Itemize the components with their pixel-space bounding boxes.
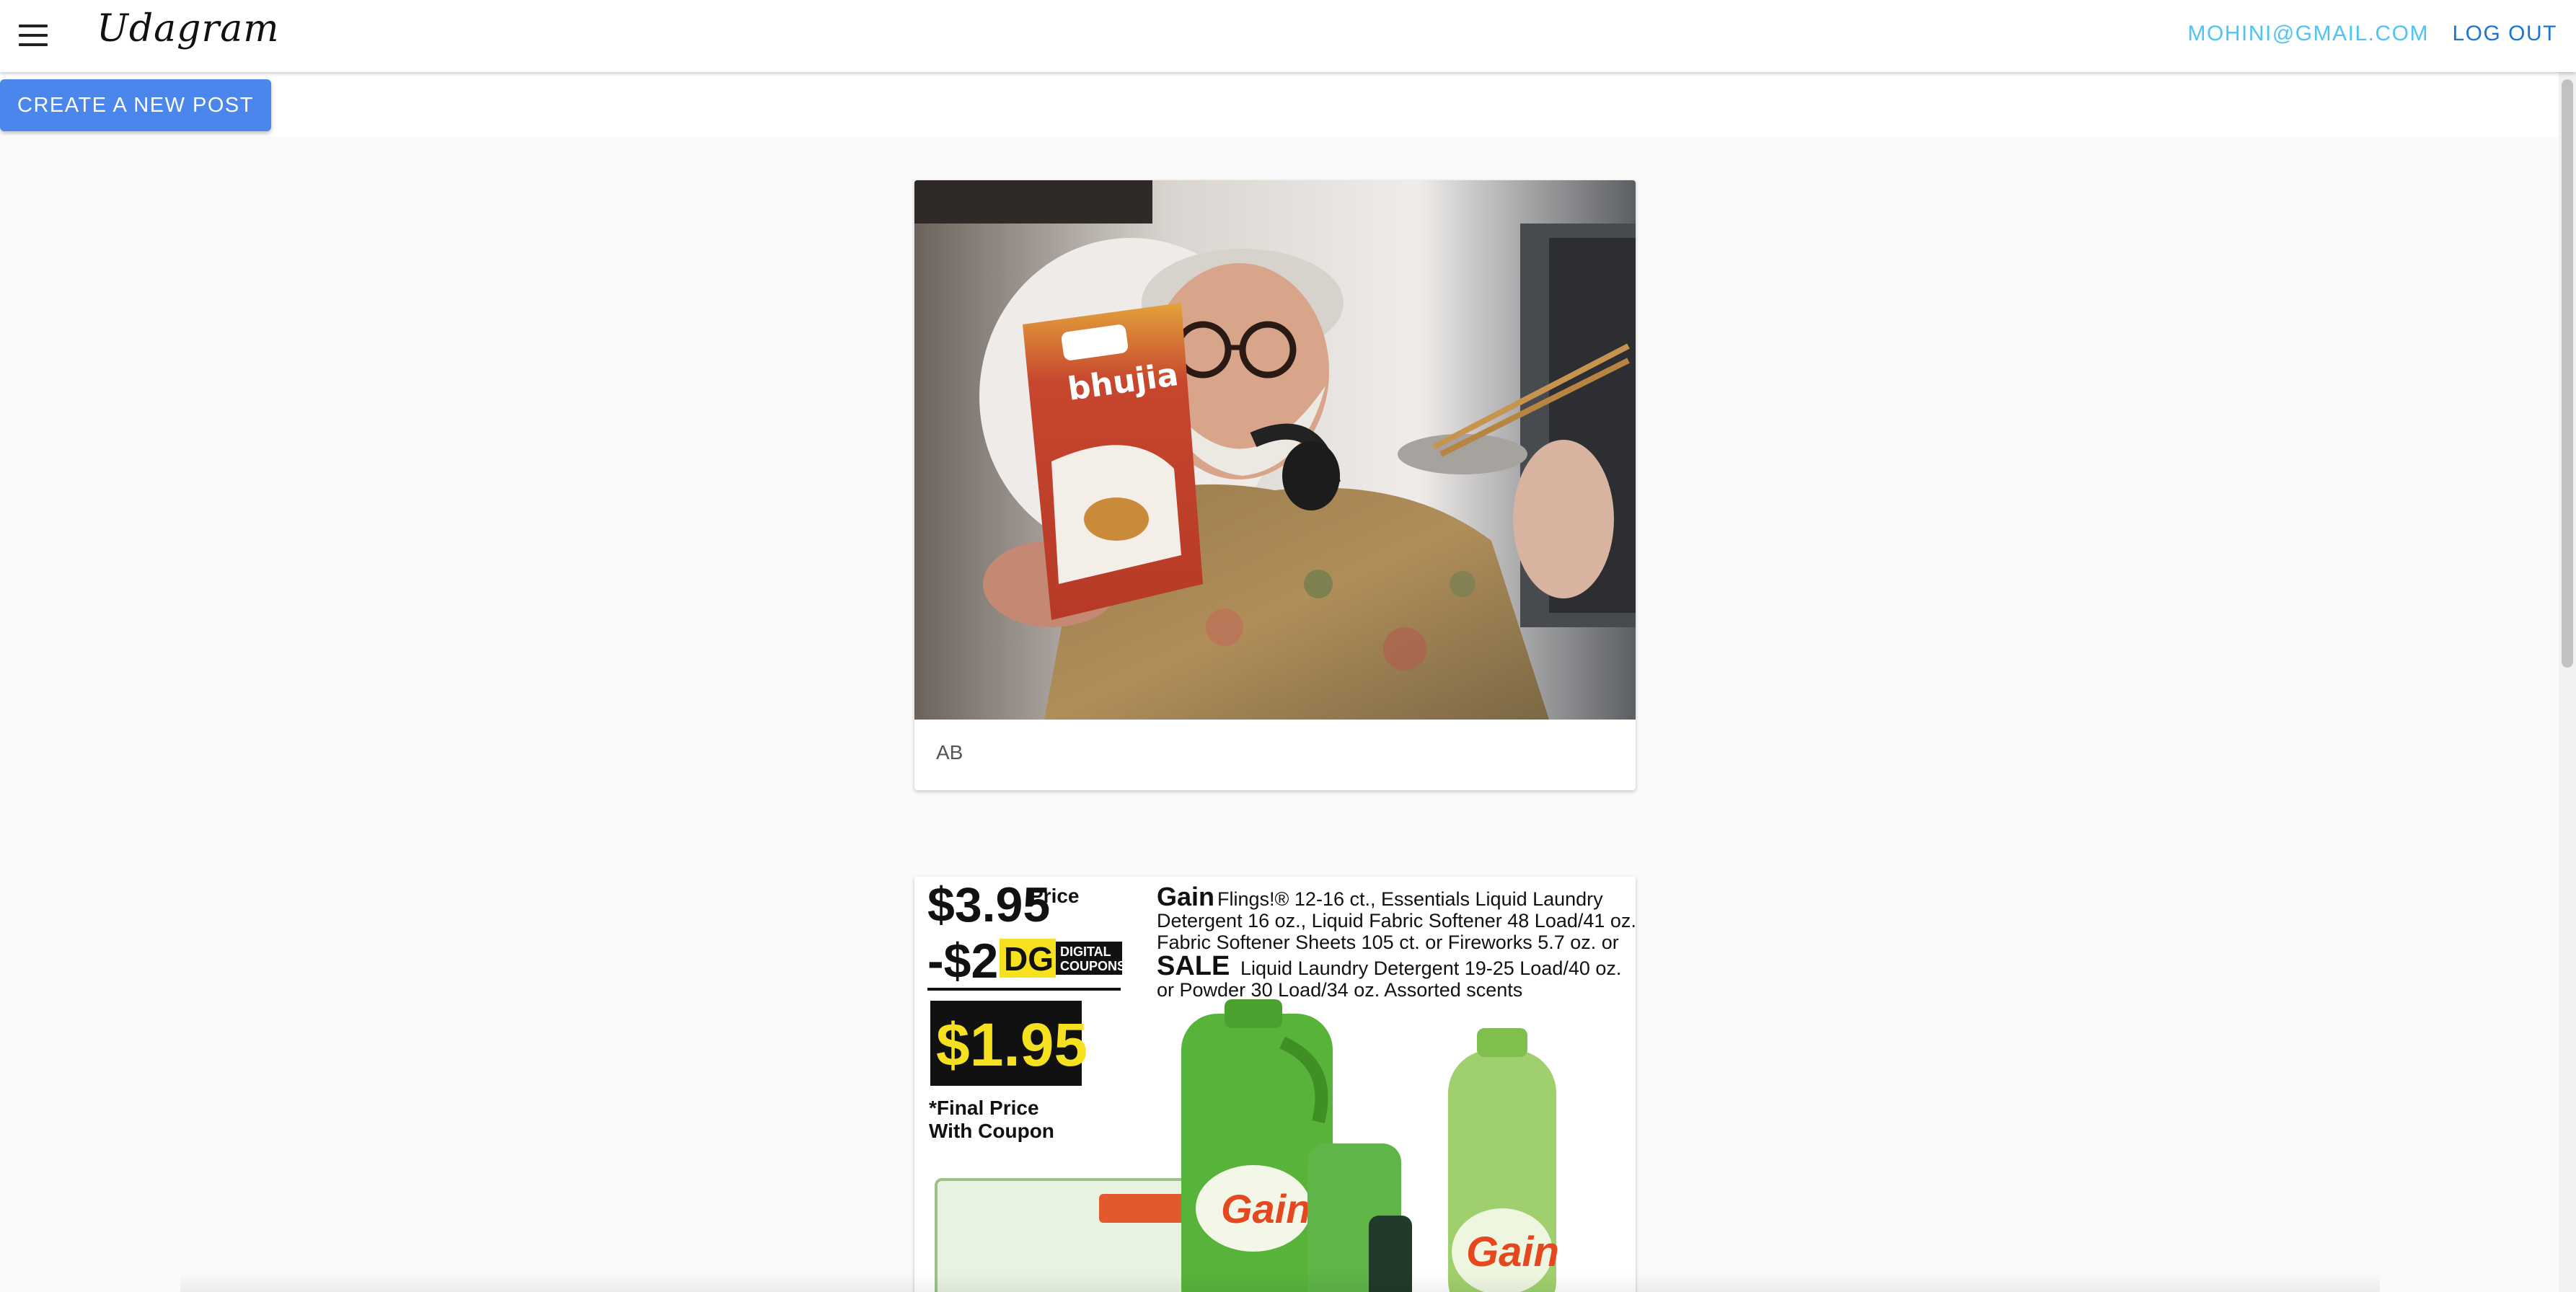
hamburger-menu-icon[interactable] xyxy=(19,25,48,46)
post-image: bhujia xyxy=(914,180,1636,720)
create-post-button[interactable]: CREATE A NEW POST xyxy=(0,79,271,131)
scrollbar-thumb[interactable] xyxy=(2562,79,2573,668)
ad-coupon-brand: DG xyxy=(1004,940,1054,978)
svg-text:Gain: Gain xyxy=(1466,1229,1559,1275)
post-caption: AB xyxy=(936,741,963,764)
user-email-link[interactable]: MOHINI@GMAIL.COM xyxy=(2188,22,2429,46)
ad-brand: Gain xyxy=(1157,882,1214,911)
ad-final-price: $1.95 xyxy=(936,1011,1088,1079)
ad-coupon-type-1: DIGITAL xyxy=(1060,944,1111,959)
post-image: $3.95 Price -$2 DG DIGITAL COUPONS $1.95… xyxy=(914,877,1636,1292)
ad-line-4: Liquid Laundry Detergent 19-25 Load/40 o… xyxy=(1240,957,1621,979)
ad-final-label-2: With Coupon xyxy=(929,1120,1054,1142)
logout-button[interactable]: LOG OUT xyxy=(2452,22,2557,46)
udagram-page: Udagram MOHINI@GMAIL.COM LOG OUT CREATE … xyxy=(0,0,2576,1292)
ad-coupon-type-2: COUPONS xyxy=(1060,959,1126,973)
ad-line-2: Detergent 16 oz., Liquid Fabric Softener… xyxy=(1157,910,1636,932)
app-bar: Udagram MOHINI@GMAIL.COM LOG OUT xyxy=(0,0,2576,72)
action-strip xyxy=(0,72,2559,137)
brand-logo[interactable]: Udagram xyxy=(97,7,280,50)
ad-line-3: Fabric Softener Sheets 105 ct. or Firewo… xyxy=(1157,932,1619,953)
bottom-shadow xyxy=(180,1272,2380,1292)
ad-bottle-brand: Gain xyxy=(1221,1186,1310,1231)
post-card: $3.95 Price -$2 DG DIGITAL COUPONS $1.95… xyxy=(914,877,1636,1292)
ad-price-label: Price xyxy=(1030,885,1080,907)
ad-final-label-1: *Final Price xyxy=(929,1097,1039,1119)
post-card: bhujia AB xyxy=(914,180,1636,790)
ad-sale: SALE xyxy=(1157,951,1230,981)
ad-line-1: Flings!® 12-16 ct., Essentials Liquid La… xyxy=(1217,888,1603,910)
ad-coupon: -$2 xyxy=(927,934,998,988)
ad-line-5: or Powder 30 Load/34 oz. Assorted scents xyxy=(1157,979,1522,1001)
